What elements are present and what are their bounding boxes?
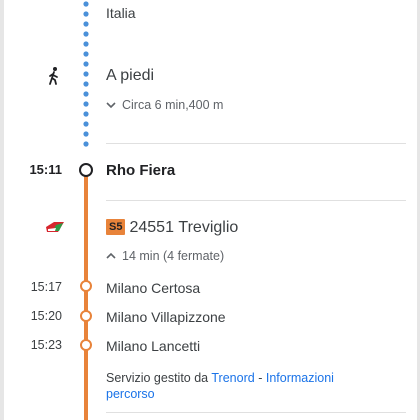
walk-dotted-line: [83, 1, 89, 147]
walk-dot: [83, 81, 89, 87]
walk-dot: [83, 141, 89, 147]
walk-dot: [83, 1, 89, 7]
walk-dot: [83, 121, 89, 127]
stop-name[interactable]: Milano Villapizzone: [106, 309, 226, 325]
walk-dot: [83, 31, 89, 37]
stops-toggle[interactable]: 14 min (4 fermate): [106, 249, 224, 263]
operator-link[interactable]: Trenord: [211, 371, 254, 385]
walk-icon: [46, 66, 62, 86]
stop-node: [80, 339, 92, 351]
walk-dot: [83, 101, 89, 107]
service-info: Servizio gestito da Trenord - Informazio…: [106, 370, 376, 402]
divider: [106, 143, 406, 144]
walk-dot: [83, 131, 89, 137]
train-destination: Treviglio: [178, 219, 239, 236]
station-node: [79, 163, 93, 177]
train-number: 24551: [129, 219, 174, 236]
walk-dot: [83, 21, 89, 27]
stop-node: [80, 310, 92, 322]
divider: [106, 200, 406, 201]
chevron-up-icon: [106, 249, 116, 263]
train-operator-icon: [44, 219, 66, 235]
stop-name[interactable]: Milano Certosa: [106, 280, 200, 296]
walk-title: A piedi: [106, 67, 155, 84]
route-rail: [76, 0, 96, 420]
station-name[interactable]: Rho Fiera: [106, 162, 175, 179]
divider: [106, 412, 406, 413]
service-prefix: Servizio gestito da: [106, 371, 209, 385]
train-route-line: [84, 176, 88, 420]
place-label: Italia: [106, 5, 136, 21]
walk-dot: [83, 61, 89, 67]
chevron-down-icon: [106, 98, 116, 112]
line-badge: S5: [106, 219, 126, 235]
walk-dot: [83, 41, 89, 47]
service-separator: -: [258, 371, 263, 385]
walk-dot: [83, 111, 89, 117]
stop-time: 15:17: [30, 280, 62, 294]
station-time: 15:11: [29, 162, 62, 177]
train-line-title[interactable]: S5 24551 Treviglio: [106, 219, 238, 237]
train-duration: 14 min (4 fermate): [122, 249, 225, 263]
walk-detail: Circa 6 min,400 m: [122, 98, 224, 112]
walk-dot: [83, 71, 89, 77]
left-frame-edge: [0, 0, 4, 420]
stop-time: 15:23: [30, 338, 62, 352]
stop-node: [80, 280, 92, 292]
walk-dot: [83, 11, 89, 17]
walk-dot: [83, 91, 89, 97]
walk-dot: [83, 51, 89, 57]
walk-details-toggle[interactable]: Circa 6 min,400 m: [106, 98, 223, 112]
stop-time: 15:20: [30, 309, 62, 323]
stop-name[interactable]: Milano Lancetti: [106, 338, 200, 354]
